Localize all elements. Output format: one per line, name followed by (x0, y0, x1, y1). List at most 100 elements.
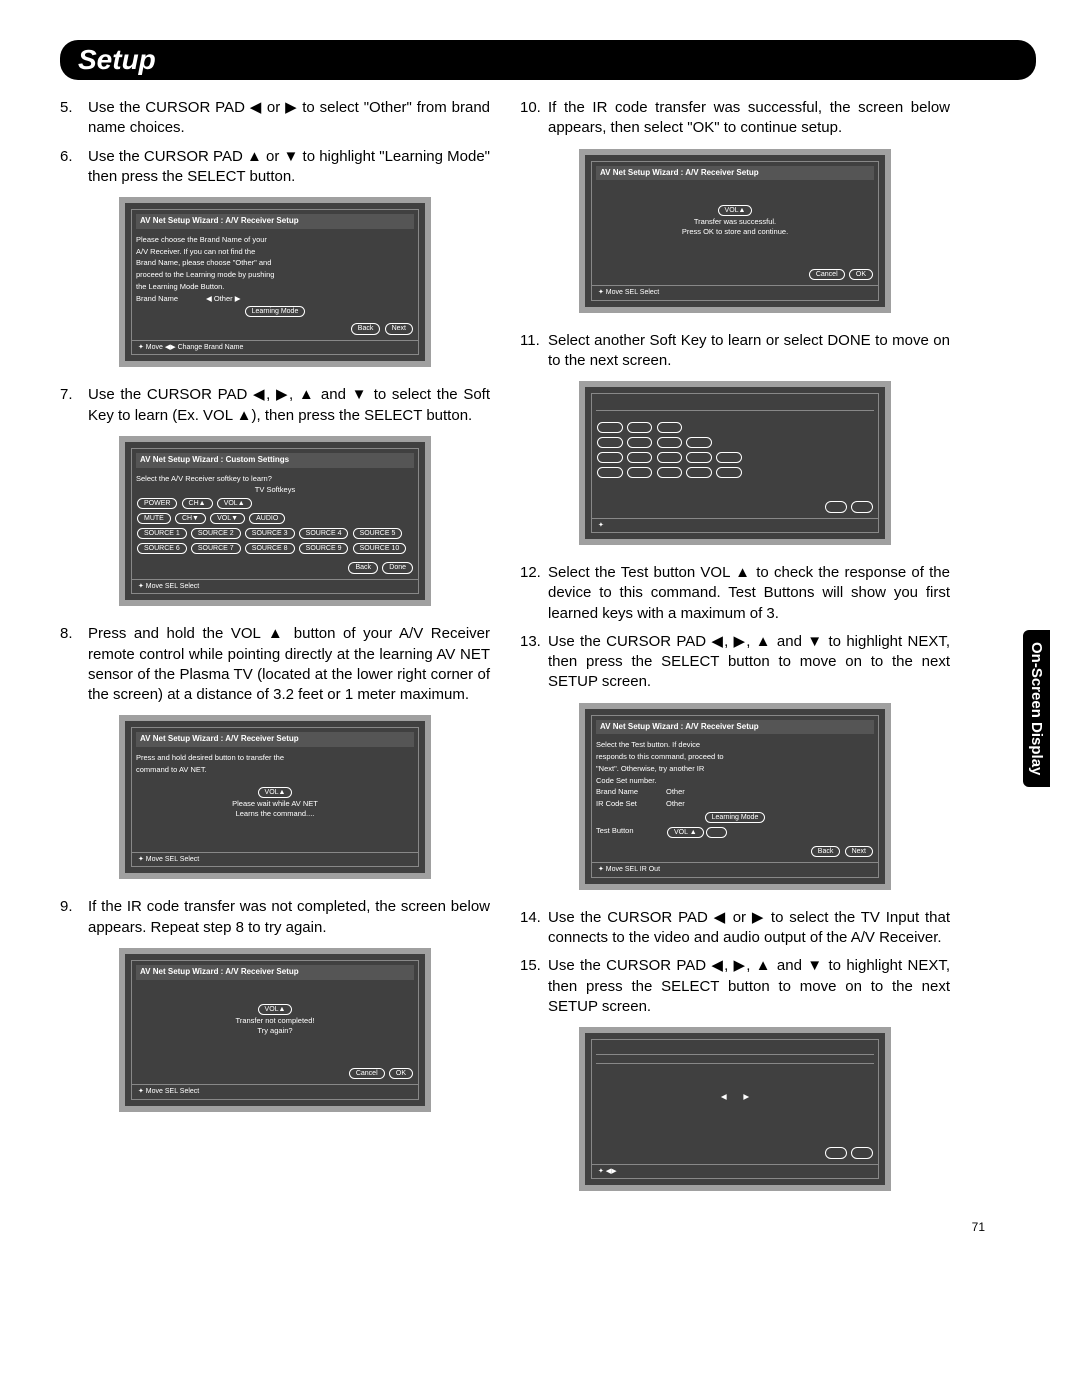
blank-button (825, 1147, 847, 1158)
screen-hint: ✦ ◀▶ (592, 1164, 878, 1178)
step-text: If the IR code transfer was successful, … (548, 98, 950, 139)
learning-mode-button: Learning Mode (705, 812, 766, 823)
screen-text: Brand Name, please choose "Other" and (136, 258, 414, 268)
screen-hint: ✦ Move SEL Select (132, 579, 418, 593)
blank-softkey (686, 437, 712, 448)
right-column: 10. If the IR code transfer was successf… (520, 98, 950, 1209)
softkey: SOURCE 6 (137, 543, 187, 554)
step-number: 8. (60, 624, 88, 705)
left-column: 5. Use the CURSOR PAD ◀ or ▶ to select "… (60, 98, 490, 1209)
screen-text: "Next". Otherwise, try another IR (596, 764, 874, 774)
ok-button: OK (389, 1068, 413, 1079)
step-7: 7. Use the CURSOR PAD ◀, ▶, ▲ and ▼ to s… (60, 385, 490, 426)
blank-button (851, 1147, 873, 1158)
blank-softkey (686, 452, 712, 463)
step-text: Select another Soft Key to learn or sele… (548, 331, 950, 372)
blank-button (825, 501, 847, 512)
softkey: CH▲ (182, 498, 213, 509)
screen-text: command to AV NET. (136, 765, 414, 775)
brand-name-value: Other (666, 787, 685, 797)
screen-text: Select the Test button. If device (596, 740, 874, 750)
ir-code-value: Other (666, 799, 685, 809)
section-tab: On-Screen Display (1023, 630, 1050, 787)
step-text: If the IR code transfer was not complete… (88, 897, 490, 938)
step-text: Use the CURSOR PAD ▲ or ▼ to highlight "… (88, 147, 490, 188)
blank-softkey (597, 467, 623, 478)
cancel-button: Cancel (349, 1068, 385, 1079)
screen-hint: ✦ Move SEL Select (132, 852, 418, 866)
step-5: 5. Use the CURSOR PAD ◀ or ▶ to select "… (60, 98, 490, 139)
screen-text: Press OK to store and continue. (596, 227, 874, 237)
blank-softkey (627, 422, 653, 433)
softkey: SOURCE 3 (245, 528, 295, 539)
step-text: Use the CURSOR PAD ◀, ▶, ▲ and ▼ to high… (548, 632, 950, 693)
screen-hint: ✦ Move SEL Select (592, 285, 878, 299)
vol-up-button: VOL▲ (258, 1004, 293, 1015)
step-9: 9. If the IR code transfer was not compl… (60, 897, 490, 938)
softkey: SOURCE 7 (191, 543, 241, 554)
blank-softkey (627, 437, 653, 448)
softkey: SOURCE 8 (245, 543, 295, 554)
step-6: 6. Use the CURSOR PAD ▲ or ▼ to highligh… (60, 147, 490, 188)
step-text: Use the CURSOR PAD ◀ or ▶ to select the … (548, 908, 950, 949)
step-12: 12. Select the Test button VOL ▲ to chec… (520, 563, 950, 624)
back-button: Back (351, 323, 381, 334)
softkey: SOURCE 9 (299, 543, 349, 554)
screen-hint: ✦ (592, 518, 878, 532)
screen-text: Transfer not completed! (136, 1016, 414, 1026)
ok-button: OK (849, 269, 873, 280)
step-text: Select the Test button VOL ▲ to check th… (548, 563, 950, 624)
brand-name-label: Brand Name (596, 787, 666, 797)
softkey: POWER (137, 498, 177, 509)
blank-softkey (627, 467, 653, 478)
page-title: Setup (60, 40, 1036, 80)
ir-code-label: IR Code Set (596, 799, 666, 809)
screen-hint: ✦ Move SEL IR Out (592, 862, 878, 876)
page-number: 71 (972, 1220, 985, 1234)
screen-text: Press and hold desired button to transfe… (136, 753, 414, 763)
screen-title: AV Net Setup Wizard : A/V Receiver Setup (136, 732, 414, 747)
blank-softkey (597, 422, 623, 433)
softkey: CH▼ (175, 513, 206, 524)
screen-text: the Learning Mode Button. (136, 282, 414, 292)
tv-screen-success: AV Net Setup Wizard : A/V Receiver Setup… (579, 149, 891, 313)
step-text: Use the CURSOR PAD ◀ or ▶ to select "Oth… (88, 98, 490, 139)
screen-hint: ✦ Move SEL Select (132, 1084, 418, 1098)
done-button: Done (382, 562, 413, 573)
step-number: 11. (520, 331, 548, 372)
step-8: 8. Press and hold the VOL ▲ button of yo… (60, 624, 490, 705)
test-button-label: Test Button (596, 826, 666, 839)
test-vol-button: VOL ▲ (667, 827, 704, 838)
screen-text: Select the A/V Receiver softkey to learn… (136, 474, 414, 484)
blank-softkey (597, 452, 623, 463)
arrow-selector: ◀ ▶ (596, 1092, 874, 1102)
blank-softkey (657, 437, 683, 448)
screen-title: AV Net Setup Wizard : A/V Receiver Setup (136, 214, 414, 229)
screen-text: Please choose the Brand Name of your (136, 235, 414, 245)
step-number: 6. (60, 147, 88, 188)
brand-name-value: ◀ Other ▶ (206, 294, 240, 304)
step-number: 14. (520, 908, 548, 949)
blank-softkey (686, 467, 712, 478)
tv-screen-test: AV Net Setup Wizard : A/V Receiver Setup… (579, 703, 891, 890)
screen-title: AV Net Setup Wizard : A/V Receiver Setup (596, 720, 874, 735)
screen-text: Please wait while AV NET (136, 799, 414, 809)
cancel-button: Cancel (809, 269, 845, 280)
step-number: 7. (60, 385, 88, 426)
tv-screen-softkeys: AV Net Setup Wizard : Custom Settings Se… (119, 436, 431, 607)
blank-softkey (627, 452, 653, 463)
blank-softkey (716, 467, 742, 478)
step-13: 13. Use the CURSOR PAD ◀, ▶, ▲ and ▼ to … (520, 632, 950, 693)
softkey: AUDIO (249, 513, 285, 524)
step-number: 15. (520, 956, 548, 1017)
step-10: 10. If the IR code transfer was successf… (520, 98, 950, 139)
learning-mode-button: Learning Mode (245, 306, 306, 317)
screen-text: A/V Receiver. If you can not find the (136, 247, 414, 257)
brand-name-label: Brand Name (136, 294, 206, 304)
step-number: 9. (60, 897, 88, 938)
softkey: VOL▼ (210, 513, 245, 524)
next-button: Next (845, 846, 873, 857)
tv-screen-input-select: ◀ ▶ ✦ ◀▶ (579, 1027, 891, 1191)
screen-text: Learns the command.... (136, 809, 414, 819)
screen-title: AV Net Setup Wizard : A/V Receiver Setup (596, 166, 874, 181)
